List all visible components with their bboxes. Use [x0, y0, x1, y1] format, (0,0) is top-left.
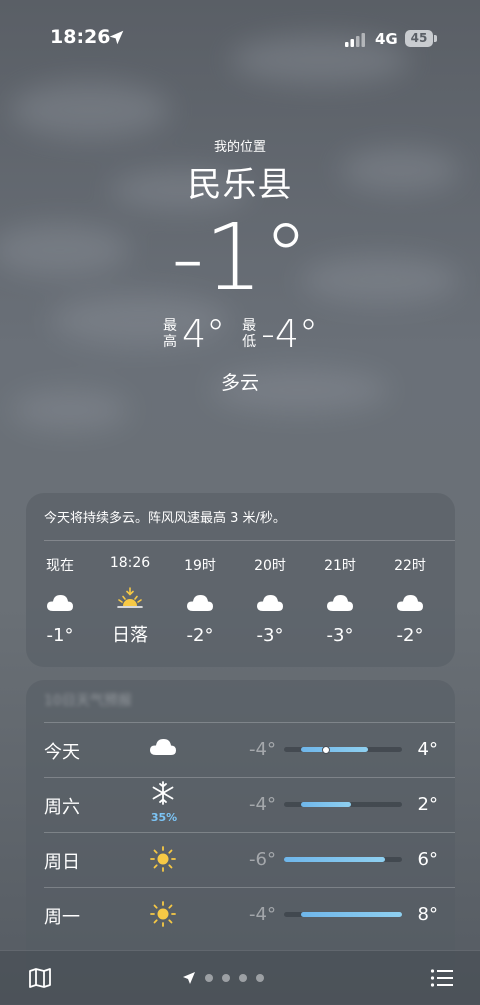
high-temperature: 4° [181, 312, 226, 356]
page-indicator[interactable] [182, 971, 264, 985]
page-dot[interactable] [256, 974, 264, 982]
hourly-time: 18:26 [109, 555, 151, 571]
day-low: -6° [249, 849, 276, 870]
battery-icon: 45 [405, 30, 433, 47]
day-high: 8° [417, 904, 438, 925]
day-low: -4° [249, 904, 276, 925]
hourly-temp: -3° [256, 625, 284, 646]
day-low: -4° [249, 739, 276, 760]
current-weather-header: 我的位置 民乐县 -1° 最 高 4° 最 低 -4° 多云 [0, 130, 480, 395]
high-low: 最 高 4° 最 低 -4° [0, 312, 480, 356]
hourly-item: 22时 -2° [375, 555, 445, 646]
temp-range-bar [284, 857, 402, 862]
my-location-label: 我的位置 [213, 140, 266, 155]
temp-range-fill [300, 745, 369, 754]
map-icon[interactable] [28, 967, 52, 989]
temp-range-fill [284, 857, 386, 862]
daily-row[interactable]: 周六 35% -4° 2° [26, 778, 455, 832]
hourly-temp: -3° [326, 625, 354, 646]
day-label: 周六 [44, 797, 80, 818]
hourly-temp: -2° [186, 625, 214, 646]
day-label: 周日 [44, 852, 80, 873]
day-high: 2° [417, 794, 438, 815]
status-bar: 18:26 4G 45 [0, 0, 480, 70]
hourly-time: 21时 [324, 558, 356, 574]
daily-row[interactable]: 周一 -4° 8° [26, 888, 455, 942]
low-label: 最 低 [242, 318, 257, 350]
hourly-temp: 日落 [112, 625, 148, 646]
location-arrow-icon [109, 30, 124, 45]
hourly-time: 现在 [46, 558, 74, 574]
hourly-item: 21时 -3° [305, 555, 375, 646]
page-dot[interactable] [239, 974, 247, 982]
current-temp-dot [322, 745, 331, 754]
temp-range-fill [300, 912, 402, 917]
sunset-icon [115, 587, 145, 611]
network-type: 4G [375, 30, 398, 48]
hourly-item: 现在 -1° [25, 555, 95, 646]
hourly-temp: -2° [396, 625, 424, 646]
hourly-item: 19时 -2° [165, 555, 235, 646]
daily-forecast-title: 10日天气预报 [44, 693, 132, 709]
temp-range-bar [284, 745, 402, 754]
hourly-item: 20时 -3° [235, 555, 305, 646]
temp-range-bar [284, 912, 402, 917]
day-label: 周一 [44, 907, 80, 928]
condition-text: 多云 [220, 372, 259, 394]
high-label: 最 高 [162, 318, 177, 350]
cloud-icon [325, 591, 355, 615]
sun-icon [148, 845, 178, 873]
page-dot[interactable] [222, 974, 230, 982]
hourly-list[interactable]: 现在 -1° 18:26 日落 19时 -2° 20时 -3° 21时 -3° 22时 -2° [26, 555, 455, 655]
low-temperature: -4° [261, 312, 319, 356]
temp-range-fill [300, 802, 352, 807]
hourly-time: 22时 [394, 558, 426, 574]
day-label: 今天 [44, 742, 80, 763]
list-icon[interactable] [430, 968, 454, 988]
daily-row[interactable]: 周日 -6° 6° [26, 833, 455, 887]
hourly-forecast-card[interactable]: 今天将持续多云。阵风风速最高 3 米/秒。 现在 -1° 18:26 日落 19时 -2°… [26, 493, 455, 667]
day-high: 4° [417, 739, 438, 760]
divider [44, 540, 455, 541]
snowflake-icon [148, 781, 178, 809]
cloud-icon [185, 591, 215, 615]
sun-icon [148, 900, 178, 928]
location-arrow-icon[interactable] [182, 971, 196, 985]
cloud-icon [255, 591, 285, 615]
daily-row[interactable]: 今天 -4° 4° [26, 723, 455, 777]
precip-chance: 35% [150, 811, 178, 824]
status-time: 18:26 [50, 26, 111, 48]
cloud-icon [45, 591, 75, 615]
current-temperature: -1° [171, 204, 309, 311]
hourly-summary: 今天将持续多云。阵风风速最高 3 米/秒。 [44, 511, 286, 526]
cloud-icon [148, 735, 178, 763]
signal-icon [345, 33, 365, 47]
city-name: 民乐县 [187, 165, 293, 205]
temp-range-bar [284, 802, 402, 807]
hourly-temp: -1° [46, 625, 74, 646]
bottom-toolbar [0, 950, 480, 1005]
day-high: 6° [417, 849, 438, 870]
page-dot[interactable] [205, 974, 213, 982]
battery-cap [434, 35, 437, 42]
cloud-icon [395, 591, 425, 615]
hourly-item: 18:26 日落 [95, 555, 165, 647]
daily-forecast-card[interactable]: 10日天气预报 今天 -4° 4° 周六 35% -4° 2° 周日 -6° 6° 周一 -4° 8° [26, 680, 455, 980]
hourly-time: 19时 [184, 558, 216, 574]
hourly-time: 20时 [254, 558, 286, 574]
day-low: -4° [249, 794, 276, 815]
